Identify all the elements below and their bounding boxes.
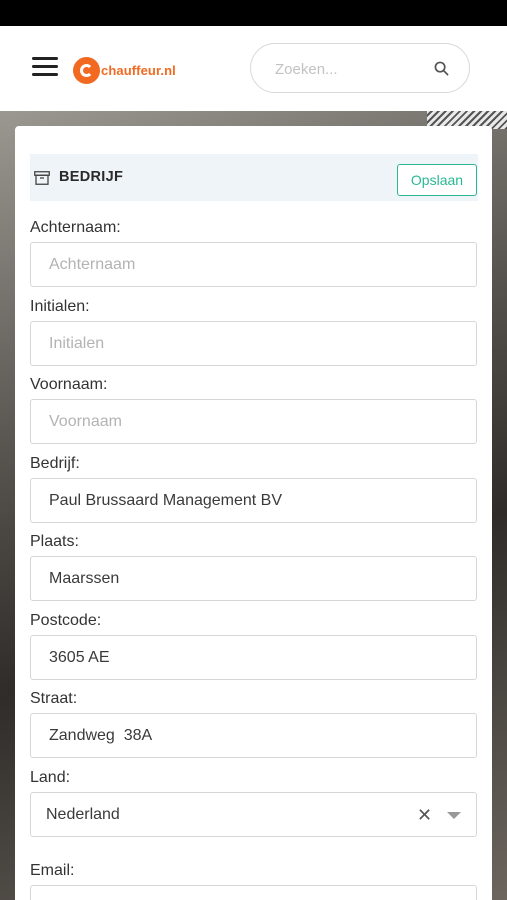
initialen-label: Initialen:	[30, 298, 90, 315]
plaats-input[interactable]	[30, 556, 477, 601]
land-label: Land:	[30, 769, 71, 786]
search-icon[interactable]	[434, 61, 449, 76]
save-button[interactable]: Opslaan	[397, 164, 477, 196]
search-box	[250, 43, 470, 93]
logo-text: chauffeur.nl	[101, 62, 176, 78]
email-input[interactable]	[30, 885, 477, 900]
land-selected-value: Nederland	[46, 806, 120, 823]
bedrijf-input[interactable]	[30, 478, 477, 523]
achternaam-label: Achternaam:	[30, 219, 121, 236]
card-header: BEDRIJF Opslaan	[30, 154, 478, 201]
land-select[interactable]: Nederland ✕	[30, 792, 477, 837]
archive-icon	[34, 171, 50, 185]
voornaam-label: Voornaam:	[30, 376, 108, 393]
status-bar	[0, 0, 507, 26]
chevron-down-icon[interactable]	[447, 812, 461, 819]
search-input[interactable]	[275, 58, 425, 80]
postcode-label: Postcode:	[30, 612, 102, 629]
straat-input[interactable]	[30, 713, 477, 758]
logo-mark-icon	[73, 56, 100, 84]
site-header: chauffeur.nl	[0, 26, 507, 111]
hamburger-menu-icon[interactable]	[32, 57, 58, 77]
straat-label: Straat:	[30, 690, 78, 707]
voornaam-input[interactable]	[30, 399, 477, 444]
site-logo[interactable]: chauffeur.nl	[73, 56, 176, 84]
plaats-label: Plaats:	[30, 533, 79, 550]
initialen-input[interactable]	[30, 321, 477, 366]
bedrijf-label: Bedrijf:	[30, 455, 80, 472]
email-label: Email:	[30, 862, 75, 879]
achternaam-input[interactable]	[30, 242, 477, 287]
postcode-input[interactable]	[30, 635, 477, 680]
clear-icon[interactable]: ✕	[417, 805, 432, 826]
company-form-card: BEDRIJF Opslaan Achternaam: Initialen: V…	[15, 126, 492, 900]
card-title: BEDRIJF	[59, 169, 124, 185]
